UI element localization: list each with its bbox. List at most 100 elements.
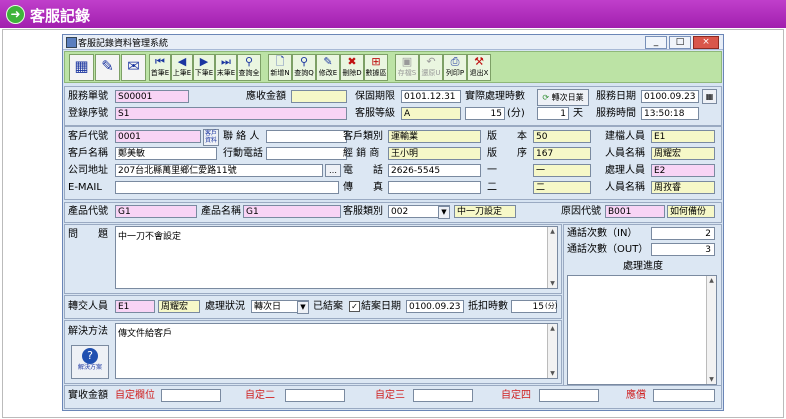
- address-label: 公司地址: [68, 165, 108, 176]
- app-window: 客服記錄資料管理系統 _ □ × ▦ ✎ ✉ ⏮ 首筆E ◀ 上筆E ▶ 下筆E ⏭ 末…: [62, 34, 724, 411]
- cust-name-label: 客戶名稱: [68, 148, 108, 159]
- calls-in-field[interactable]: 2: [651, 227, 715, 240]
- save-button[interactable]: ▣ 存檔S: [395, 54, 419, 81]
- closed-checkbox[interactable]: ✓: [349, 301, 360, 312]
- prev-record-button[interactable]: ◀ 上筆E: [171, 54, 193, 81]
- custom3-label: 自定三: [375, 390, 405, 401]
- window-titlebar[interactable]: 客服記錄資料管理系統 _ □ ×: [63, 35, 723, 50]
- edit-icon: ✎: [323, 55, 333, 68]
- warranty-field[interactable]: 0101.12.31: [401, 90, 461, 103]
- service-date-field[interactable]: 0100.09.23: [641, 90, 699, 103]
- client-data-button[interactable]: 客戶資料: [203, 129, 219, 146]
- custom3-field[interactable]: [413, 389, 473, 402]
- address-lookup-button[interactable]: …: [325, 164, 341, 177]
- version-field[interactable]: 50: [533, 130, 591, 143]
- seq-field[interactable]: 167: [533, 147, 591, 160]
- progress-scrollbar[interactable]: ▲ ▼: [706, 276, 716, 384]
- edit-button[interactable]: ✎ 修改E: [316, 54, 340, 81]
- collect-amount-field[interactable]: [291, 90, 347, 103]
- service-no-field[interactable]: S00001: [115, 90, 189, 103]
- solution-help-button[interactable]: ? 解決方案: [71, 345, 109, 379]
- search-icon: ⚲: [299, 55, 309, 68]
- one-field[interactable]: 一: [533, 164, 591, 177]
- problem-label: 問 題: [68, 229, 108, 240]
- scroll-up-icon[interactable]: ▲: [707, 276, 716, 285]
- reason-field[interactable]: B001: [605, 205, 665, 218]
- two-field[interactable]: 二: [533, 181, 591, 194]
- close-button[interactable]: ×: [693, 36, 719, 49]
- arrears-field[interactable]: [653, 389, 715, 402]
- days-field[interactable]: 1: [537, 107, 569, 120]
- problem-textarea[interactable]: 中一刀不會設定 ▲ ▼: [115, 226, 558, 289]
- solution-scrollbar[interactable]: ▲ ▼: [547, 324, 557, 378]
- first-icon: ⏮: [155, 55, 165, 68]
- scroll-up-icon[interactable]: ▲: [548, 324, 557, 333]
- contact-field[interactable]: [266, 130, 347, 143]
- add-button[interactable]: 🗋 新增N: [268, 54, 292, 81]
- handler-field[interactable]: E2: [651, 164, 715, 177]
- next-icon: ▶: [199, 55, 209, 68]
- email-field[interactable]: [115, 181, 339, 194]
- help-icon: ?: [82, 348, 98, 364]
- dealer-field[interactable]: 王小明: [388, 147, 481, 160]
- actual-hours-field[interactable]: 15: [465, 107, 505, 120]
- creator-name-field[interactable]: 周耀宏: [651, 147, 715, 160]
- fax-field[interactable]: [388, 181, 481, 194]
- first-record-button[interactable]: ⏮ 首筆E: [149, 54, 171, 81]
- exit-button[interactable]: ⚒ 退出X: [467, 54, 491, 81]
- maximize-button[interactable]: □: [669, 36, 691, 49]
- custom4-field[interactable]: [539, 389, 599, 402]
- cust-name-field[interactable]: 鄭美敏: [115, 147, 217, 160]
- reason-label: 原因代號: [561, 206, 601, 217]
- next-label: 下筆E: [194, 69, 214, 77]
- mobile-field[interactable]: [266, 147, 347, 160]
- undo-button[interactable]: ↶ 還原U: [419, 54, 443, 81]
- actual-hours-label: 實際處理時數: [465, 91, 525, 102]
- convert-date-button[interactable]: ⟳ 轉次日業: [537, 89, 589, 106]
- service-cat-label: 客服類別: [343, 206, 383, 217]
- app-icon: [66, 37, 77, 48]
- transfer-person-field[interactable]: E1: [115, 300, 155, 313]
- close-date-label: 結案日期: [361, 301, 401, 312]
- solution-textarea[interactable]: 傳文件給客戶 ▲ ▼: [115, 323, 558, 379]
- custom2-field[interactable]: [285, 389, 345, 402]
- memo-button[interactable]: ✉: [121, 54, 146, 81]
- delete-button[interactable]: ✖ 刪除D: [340, 54, 364, 81]
- query-all-button[interactable]: ⚲ 查詢全: [237, 54, 261, 81]
- collect-amount-label: 應收金額: [246, 91, 286, 102]
- custom1-field[interactable]: [161, 389, 221, 402]
- scroll-up-icon[interactable]: ▲: [548, 227, 557, 236]
- level-field[interactable]: A: [401, 107, 461, 120]
- product-code-field[interactable]: G1: [115, 205, 197, 218]
- print-button[interactable]: ⎙ 列印P: [443, 54, 467, 81]
- phone-field[interactable]: 2626-5545: [388, 164, 481, 177]
- problem-scrollbar[interactable]: ▲ ▼: [547, 227, 557, 288]
- address-field[interactable]: 207台北縣萬里鄉仁愛路11號: [115, 164, 323, 177]
- minimize-button[interactable]: _: [645, 36, 667, 49]
- status-dropdown[interactable]: ▼: [297, 301, 309, 314]
- close-date-field[interactable]: 0100.09.23: [406, 300, 464, 313]
- service-cat-dropdown[interactable]: ▼: [438, 206, 450, 219]
- calendar-button[interactable]: ▦: [702, 89, 717, 104]
- cust-code-field[interactable]: 0001: [115, 130, 201, 143]
- next-record-button[interactable]: ▶ 下筆E: [193, 54, 215, 81]
- login-seq-field[interactable]: S1: [115, 107, 347, 120]
- notes-button[interactable]: ✎: [95, 54, 120, 81]
- service-time-field[interactable]: 13:50:18: [641, 107, 699, 120]
- creator-field[interactable]: E1: [651, 130, 715, 143]
- scroll-down-icon[interactable]: ▼: [707, 375, 716, 384]
- query-button[interactable]: ⚲ 查詢Q: [292, 54, 316, 81]
- transfer-person-label: 轉交人員: [68, 301, 108, 312]
- product-name-field[interactable]: G1: [243, 205, 341, 218]
- custom2-label: 自定二: [245, 390, 275, 401]
- progress-textarea[interactable]: ▲ ▼: [567, 275, 717, 385]
- last-record-button[interactable]: ⏭ 末筆E: [215, 54, 237, 81]
- calculator-button[interactable]: ▦: [69, 54, 94, 81]
- handler-name-field[interactable]: 周孜睿: [651, 181, 715, 194]
- scroll-down-icon[interactable]: ▼: [548, 279, 557, 288]
- data-area-button[interactable]: ⊞ 數據區: [364, 54, 388, 81]
- edit-label: 修改E: [318, 69, 338, 77]
- category-field[interactable]: 運輸業: [388, 130, 481, 143]
- calls-out-field[interactable]: 3: [651, 243, 715, 256]
- scroll-down-icon[interactable]: ▼: [548, 369, 557, 378]
